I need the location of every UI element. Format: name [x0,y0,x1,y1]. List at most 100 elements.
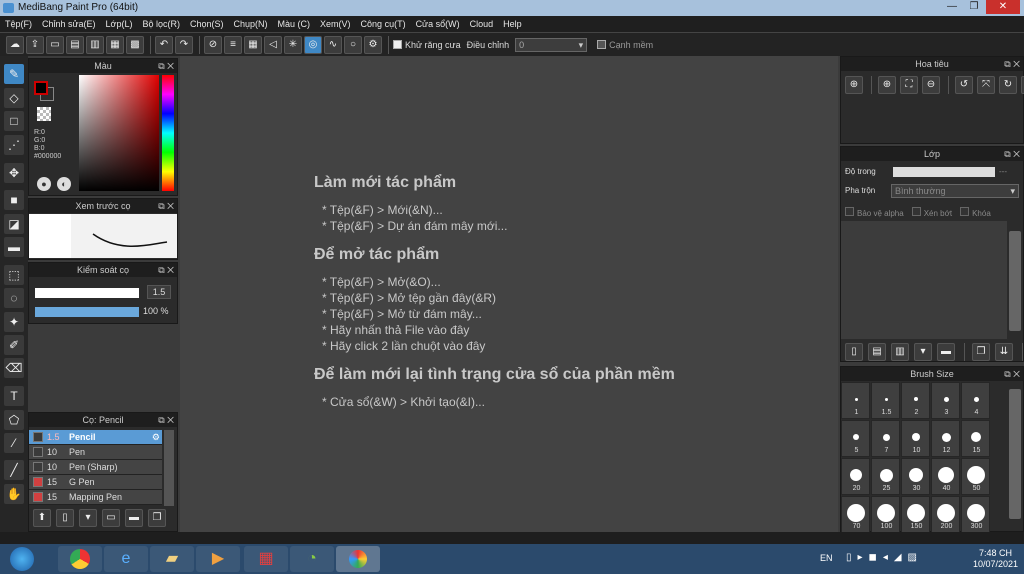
medibang-active-icon[interactable] [336,546,380,572]
panel-close-icon[interactable]: ⧉ ✕ [1004,367,1020,381]
medibang-icon[interactable]: ◔ [290,546,334,572]
new-8bit-layer-icon[interactable]: ▥ [891,343,909,361]
brush-size-cell[interactable]: 10 [901,420,930,457]
panel-close-icon[interactable]: ⧉ ✕ [158,263,174,277]
brush-size-cell[interactable]: 25 [871,458,900,495]
menu-file[interactable]: Tệp(F) [0,19,37,29]
primary-color-swatch[interactable] [34,81,48,95]
brush-size-cell[interactable]: 50 [961,458,990,495]
bucket-tool-icon[interactable]: ◪ [4,214,24,234]
panel-close-icon[interactable]: ⧉ ✕ [1004,147,1020,161]
internet-explorer-icon[interactable]: e [104,546,148,572]
clock[interactable]: 7:48 CH 10/07/2021 [973,548,1018,570]
document-icon[interactable]: ▤ [66,35,84,54]
opacity-slider[interactable] [35,307,139,317]
lasso-tool-icon[interactable]: ◌ [4,288,24,308]
brush-size-cell[interactable]: 2 [901,382,930,419]
select-eraser-icon[interactable]: ⌫ [4,358,24,378]
brush-size-slider[interactable] [35,288,139,298]
new-brush-icon[interactable]: ▯ [56,509,74,527]
brush-size-cell[interactable]: 15 [961,420,990,457]
menu-edit[interactable]: Chỉnh sửa(E) [37,19,101,29]
brush-menu-icon[interactable]: ▾ [79,509,97,527]
layer-list[interactable] [841,221,1007,339]
undo-icon[interactable]: ↶ [155,35,173,54]
merge-layer-icon[interactable]: ⇊ [995,343,1013,361]
menu-help[interactable]: Help [498,19,527,29]
brush-size-cell[interactable]: 70 [841,496,870,533]
ellipse-snap-icon[interactable]: ○ [344,35,362,54]
snap-off-icon[interactable]: ⊘ [204,35,222,54]
menu-cloud[interactable]: Cloud [465,19,499,29]
zoom-out-icon[interactable]: ⊖ [922,76,940,94]
brush-size-scrollbar[interactable] [1009,389,1021,519]
panel-close-icon[interactable]: ⧉ ✕ [158,413,174,427]
menu-view[interactable]: Xem(V) [315,19,356,29]
cloud-icon[interactable]: ☁ [6,35,24,54]
rectangle-tool-icon[interactable]: □ [4,111,24,131]
eyedropper-tool-icon[interactable]: ⁄ [4,433,24,453]
edge-checkbox[interactable]: Cạnh mềm [597,40,653,50]
select-pen-icon[interactable]: ✐ [4,335,24,355]
magic-wand-icon[interactable]: ✦ [4,312,24,332]
folder-icon[interactable]: ▬ [125,509,143,527]
menu-select[interactable]: Chọn(S) [185,19,229,29]
rotate-right-icon[interactable]: ↻ [999,76,1017,94]
gear-icon[interactable]: ⚙ [152,432,160,443]
menu-filter[interactable]: Bộ lọc(R) [137,19,185,29]
hue-slider[interactable] [162,75,174,191]
lock-checkbox[interactable]: Khóa [960,207,991,218]
add-brush-icon[interactable]: ⬆ [33,509,51,527]
duplicate-layer-icon[interactable]: ❐ [972,343,990,361]
blend-mode-dropdown[interactable]: Bình thường [891,184,1019,198]
brush-list-scrollbar[interactable] [164,430,174,506]
brush-size-cell[interactable]: 1.5 [871,382,900,419]
brush-size-value[interactable]: 1.5 [147,285,171,299]
minimize-button[interactable]: — [942,0,962,14]
close-button[interactable]: ✕ [986,0,1020,14]
brush-item[interactable]: 10 Pen [29,445,162,460]
tile-icon[interactable]: ▩ [126,35,144,54]
panel-close-icon[interactable]: ⧉ ✕ [1004,57,1020,71]
eraser-tool-icon[interactable]: ◇ [4,88,24,108]
palette2-icon[interactable]: ◐ [57,177,71,191]
brush-size-cell[interactable]: 30 [901,458,930,495]
menu-snap[interactable]: Chụp(N) [229,19,273,29]
circle-snap-icon[interactable]: ◎ [304,35,322,54]
copy-brush-icon[interactable]: ▭ [102,509,120,527]
page-icon[interactable]: ▥ [86,35,104,54]
media-player-icon[interactable]: ▶ [196,546,240,572]
clipping-checkbox[interactable]: Xén bớt [911,207,952,218]
parallel-snap-icon[interactable]: ≡ [224,35,242,54]
gradient-tool-icon[interactable]: ▬ [4,237,24,257]
curve-snap-icon[interactable]: ∿ [324,35,342,54]
fill-rect-tool-icon[interactable]: ■ [4,190,24,210]
chat-icon[interactable]: ▭ [46,35,64,54]
saturation-value-picker[interactable] [79,75,159,191]
brush-size-cell[interactable]: 7 [871,420,900,457]
dot-tool-icon[interactable]: ⋰ [4,135,24,155]
menu-tools[interactable]: Công cụ(T) [356,19,411,29]
brush-size-cell[interactable]: 12 [931,420,960,457]
app-icon[interactable]: ▦ [244,546,288,572]
brush-size-cell[interactable]: 40 [931,458,960,495]
fit-window-icon[interactable]: ⛶ [900,76,918,94]
brush-tool-icon[interactable]: ✎ [4,64,24,84]
brush-size-cell[interactable]: 300 [961,496,990,533]
brush-size-cell[interactable]: 1 [841,382,870,419]
transparent-swatch[interactable] [37,107,51,121]
select-tool-icon[interactable]: ⬚ [4,265,24,285]
new-halftone-layer-icon[interactable]: ▤ [868,343,886,361]
menu-window[interactable]: Cửa sổ(W) [411,19,465,29]
grid-snap-icon[interactable]: ▦ [244,35,262,54]
perspective-snap-icon[interactable]: ◁ [264,35,282,54]
brush-size-cell[interactable]: 100 [871,496,900,533]
tray-icons[interactable]: ▯▸◼◂◢▨ [846,552,923,563]
new-layer-icon[interactable]: ▯ [845,343,863,361]
settings-icon[interactable]: ⚙ [364,35,382,54]
menu-color[interactable]: Màu (C) [273,19,316,29]
move-tool-icon[interactable]: ✥ [4,163,24,183]
brush-item[interactable]: 15 Mapping Pen [29,490,162,505]
eyedropper2-tool-icon[interactable]: ╱ [4,460,24,480]
language-indicator[interactable]: EN [820,553,833,563]
